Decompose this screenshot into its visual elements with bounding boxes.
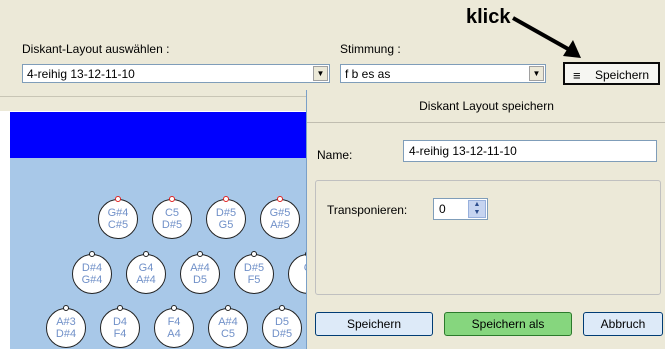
- annotation-arrow: [512, 16, 581, 58]
- button-marker-dot: [63, 305, 69, 311]
- button-marker-dot: [197, 251, 203, 257]
- chevron-down-icon[interactable]: ▼: [529, 66, 544, 81]
- button-note-top: A#4: [218, 316, 238, 328]
- button-marker-dot: [277, 196, 283, 202]
- annotation-label: klick: [466, 6, 511, 28]
- keyboard-button[interactable]: D#5 F5: [234, 251, 274, 294]
- button-note-bottom: A4: [167, 328, 181, 340]
- keyboard-button[interactable]: G4 A#4: [126, 251, 166, 294]
- button-note-bottom: D5: [192, 274, 208, 286]
- save-layout-dialog: Diskant Layout speichern Name: 4-reihig …: [306, 90, 665, 349]
- button-note-bottom: G5: [218, 219, 234, 231]
- keyboard-button[interactable]: C5 D#5: [152, 196, 192, 239]
- button-note-bottom: F4: [113, 328, 127, 340]
- button-note-top: D#5: [215, 207, 237, 219]
- button-note-bottom: D#4: [55, 328, 77, 340]
- button-note-top: G#5: [269, 207, 291, 219]
- button-note-bottom: D#5: [271, 328, 293, 340]
- keyboard-button[interactable]: F4 A4: [154, 305, 194, 348]
- dialog-save-button[interactable]: Speichern: [315, 312, 433, 336]
- button-note-top: A#4: [190, 262, 210, 274]
- transpose-value: 0: [439, 202, 446, 216]
- keyboard-button[interactable]: A#4 C5: [208, 305, 248, 348]
- button-marker-dot: [169, 196, 175, 202]
- keyboard-button[interactable]: D5 D#5: [262, 305, 302, 348]
- save-button-label: Speichern: [595, 68, 650, 82]
- button-note-top: A#3: [56, 316, 76, 328]
- button-note-bottom: G#4: [81, 274, 103, 286]
- keyboard-button[interactable]: A#3 D#4: [46, 305, 86, 348]
- button-note-bottom: C5: [220, 328, 236, 340]
- button-marker-dot: [223, 196, 229, 202]
- button-note-top: C5: [164, 207, 180, 219]
- stepper-arrows-icon[interactable]: ▲ ▼: [468, 200, 486, 218]
- button-note-top: G#4: [107, 207, 129, 219]
- button-note-top: F4: [167, 316, 181, 328]
- tuning-label: Stimmung :: [340, 42, 401, 56]
- tuning-select[interactable]: f b es as ▼: [340, 64, 546, 83]
- button-marker-dot: [115, 196, 121, 202]
- button-note-top: D#5: [243, 262, 265, 274]
- button-marker-dot: [225, 305, 231, 311]
- dialog-title: Diskant Layout speichern: [307, 90, 665, 123]
- button-marker-dot: [251, 251, 257, 257]
- name-field-value: 4-reihig 13-12-11-10: [409, 144, 517, 158]
- name-label: Name:: [317, 148, 353, 162]
- button-note-bottom: A#5: [270, 219, 290, 231]
- transpose-stepper[interactable]: 0 ▲ ▼: [433, 198, 488, 220]
- keyboard-button[interactable]: G#4 C#5: [98, 196, 138, 239]
- keyboard-button[interactable]: D#4 G#4: [72, 251, 112, 294]
- keyboard-button[interactable]: G#5 A#5: [260, 196, 300, 239]
- button-note-top: D#4: [81, 262, 103, 274]
- list-icon: ≡: [573, 68, 581, 83]
- layout-select-value: 4-reihig 13-12-11-10: [27, 67, 135, 81]
- button-marker-dot: [171, 305, 177, 311]
- save-button[interactable]: ≡ Speichern: [563, 62, 660, 85]
- header-bar: [10, 112, 306, 158]
- button-note-bottom: F5: [247, 274, 261, 286]
- layout-label: Diskant-Layout auswählen :: [22, 42, 170, 56]
- button-note-bottom: C#5: [107, 219, 129, 231]
- button-note-bottom: A#4: [136, 274, 156, 286]
- button-marker-dot: [89, 251, 95, 257]
- transpose-label: Transponieren:: [327, 203, 408, 217]
- button-note-top: G4: [138, 262, 154, 274]
- keyboard-button[interactable]: D#5 G5: [206, 196, 246, 239]
- button-note-top: D4: [112, 316, 128, 328]
- button-marker-dot: [117, 305, 123, 311]
- transpose-group: [315, 180, 661, 295]
- chevron-down-icon[interactable]: ▼: [313, 66, 328, 81]
- button-marker-dot: [143, 251, 149, 257]
- dialog-cancel-button[interactable]: Abbruch: [583, 312, 663, 336]
- button-marker-dot: [279, 305, 285, 311]
- layout-select[interactable]: 4-reihig 13-12-11-10 ▼: [22, 64, 330, 83]
- dialog-save-as-button[interactable]: Speichern als: [444, 312, 572, 336]
- tuning-select-value: f b es as: [345, 67, 391, 81]
- name-field[interactable]: 4-reihig 13-12-11-10: [403, 140, 657, 162]
- keyboard-button[interactable]: D4 F4: [100, 305, 140, 348]
- button-note-top: D5: [274, 316, 290, 328]
- button-note-bottom: D#5: [161, 219, 183, 231]
- keyboard-button[interactable]: A#4 D5: [180, 251, 220, 294]
